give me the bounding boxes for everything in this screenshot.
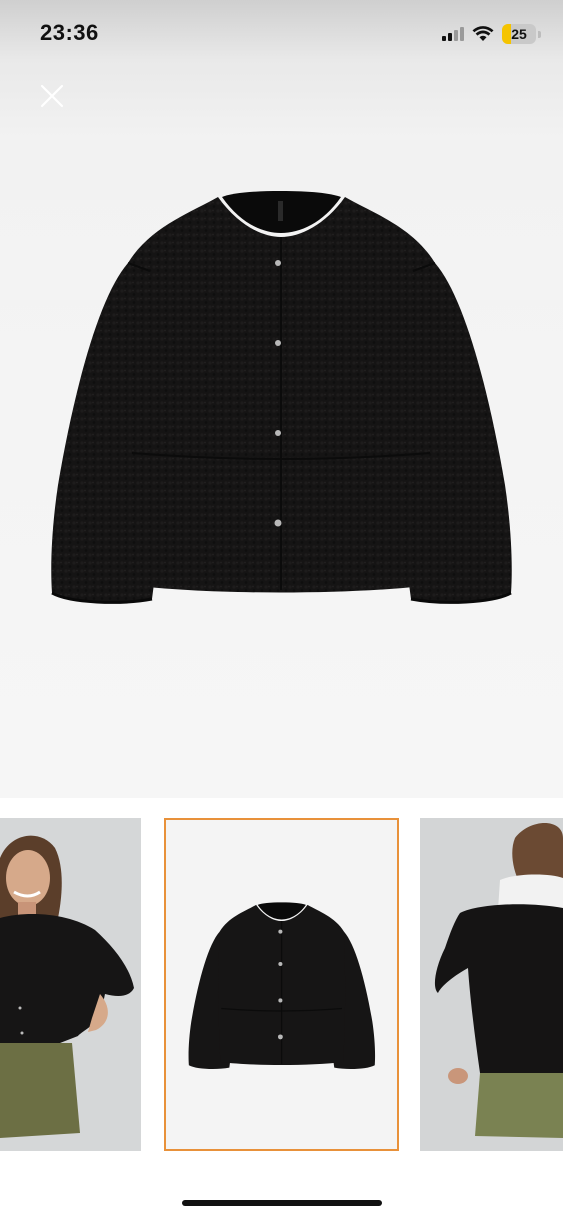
thumbnail-model-front[interactable]	[0, 818, 141, 1151]
status-icons: 25	[442, 22, 541, 46]
status-time: 23:36	[40, 20, 99, 45]
battery-tip	[538, 30, 541, 38]
status-bar: 23:36 25	[0, 0, 563, 66]
battery-fill	[502, 24, 511, 44]
home-indicator[interactable]	[182, 1200, 382, 1206]
battery-level: 25	[511, 26, 527, 42]
wifi-icon	[472, 26, 494, 41]
battery-icon: 25	[502, 24, 536, 44]
image-viewer-screen: 23:36 25	[0, 0, 563, 1218]
thumbnail-product[interactable]	[164, 818, 399, 1151]
main-product-image[interactable]	[40, 185, 523, 615]
model-front-jacket-photo	[0, 818, 141, 1151]
jacket-product-photo	[166, 820, 397, 1149]
close-button[interactable]	[36, 80, 68, 112]
thumbnail-model-back[interactable]	[420, 818, 563, 1151]
close-icon	[40, 84, 64, 108]
model-back-jacket-photo	[420, 818, 563, 1151]
cellular-signal-icon	[442, 27, 464, 41]
thumbnail-strip	[0, 798, 563, 1178]
